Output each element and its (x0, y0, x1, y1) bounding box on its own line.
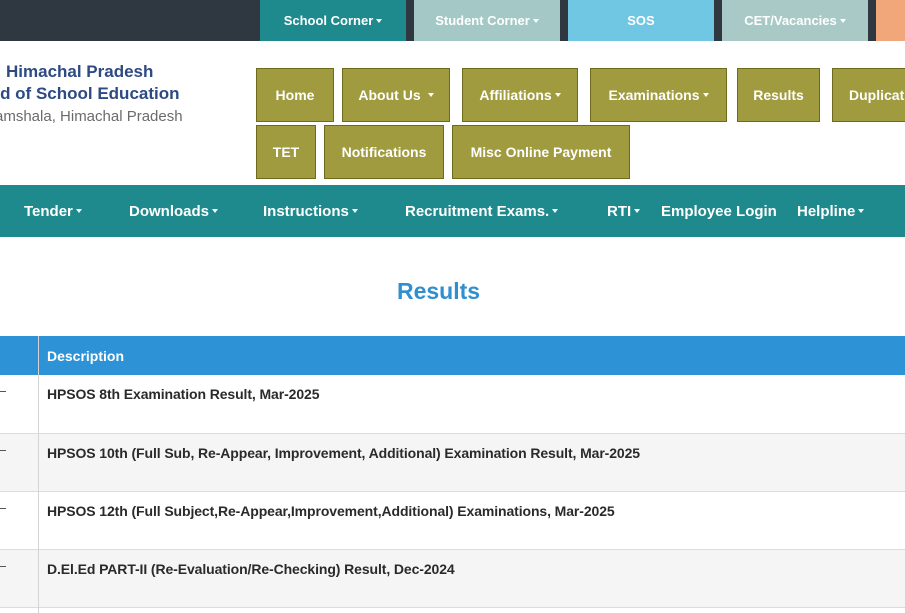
caret-down-icon (702, 93, 709, 97)
page-title: Results (396, 278, 481, 304)
table-row-partial (0, 608, 905, 613)
nav-notifications-label: Notifications (341, 144, 427, 160)
caret-down-icon (839, 18, 846, 23)
nav-examinations-button[interactable]: Examinations (590, 68, 727, 122)
menu-tender[interactable]: Tender (24, 185, 82, 237)
caret-down-icon (212, 209, 219, 213)
student-corner-button[interactable]: Student Corner (414, 0, 560, 41)
column-header-description: Description (47, 347, 125, 364)
nav-tet-label: TET (272, 144, 300, 160)
nav-misc-payment-label: Misc Online Payment (470, 144, 612, 160)
brand-line-3: ramshala, Himachal Pradesh (0, 108, 183, 125)
caret-down-icon (532, 18, 539, 23)
caret-down-icon (351, 209, 358, 213)
caret-down-icon (858, 209, 865, 213)
top-bar: School Corner Student Corner SOS CET/Vac… (0, 0, 905, 41)
sos-button[interactable]: SOS (568, 0, 714, 41)
nav-misc-payment-button[interactable]: Misc Online Payment (452, 125, 630, 179)
nav-about-button[interactable]: About Us (342, 68, 450, 122)
student-corner-label: Student Corner (435, 13, 530, 28)
brand-line-1: Himachal Pradesh (6, 62, 154, 81)
row-marker (0, 508, 6, 509)
table-row[interactable]: HPSOS 12th (Full Subject,Re-Appear,Impro… (0, 492, 905, 550)
nav-duplicate-label: Duplicat (849, 87, 905, 103)
nav-about-label: About Us (358, 87, 421, 103)
sos-label: SOS (627, 13, 655, 28)
nav-home-label: Home (275, 87, 315, 103)
main-menu-bar: Tender Downloads Instructions Recruitmen… (0, 185, 905, 237)
menu-tender-label: Tender (24, 202, 73, 220)
caret-down-icon (634, 209, 641, 213)
school-corner-label: School Corner (283, 13, 374, 28)
menu-employee-login-label: Employee Login (661, 202, 777, 220)
row-description[interactable]: HPSOS 8th Examination Result, Mar-2025 (47, 386, 320, 402)
caret-down-icon (75, 209, 82, 213)
menu-helpline-label: Helpline (797, 202, 856, 220)
cet-vacancies-label: CET/Vacancies (744, 13, 837, 28)
row-marker (0, 391, 6, 392)
table-row[interactable]: HPSOS 8th Examination Result, Mar-2025 (0, 375, 905, 434)
row-description[interactable]: HPSOS 12th (Full Subject,Re-Appear,Impro… (47, 503, 615, 519)
brand-line-2: ard of School Education (0, 84, 180, 103)
site-brand[interactable]: Himachal Pradesh ard of School Education… (0, 62, 240, 132)
nav-tet-button[interactable]: TET (256, 125, 316, 179)
nav-results-button[interactable]: Results (737, 68, 820, 122)
cet-vacancies-button[interactable]: CET/Vacancies (722, 0, 868, 41)
menu-recruitment-label: Recruitment Exams. (405, 202, 550, 220)
menu-employee-login[interactable]: Employee Login (661, 185, 777, 237)
topbar-extra-button[interactable] (876, 0, 905, 41)
caret-down-icon (376, 18, 383, 23)
menu-downloads-label: Downloads (129, 202, 210, 220)
row-description[interactable]: D.El.Ed PART-II (Re-Evaluation/Re-Checki… (47, 561, 455, 577)
menu-rti-label: RTI (607, 202, 632, 220)
row-marker (0, 450, 6, 451)
menu-helpline[interactable]: Helpline (797, 185, 865, 237)
column-divider (38, 336, 39, 613)
nav-notifications-button[interactable]: Notifications (324, 125, 444, 179)
caret-down-icon (552, 209, 559, 213)
table-header: Description (0, 336, 905, 375)
nav-affiliations-label: Affiliations (479, 87, 552, 103)
nav-examinations-label: Examinations (608, 87, 700, 103)
caret-down-icon (427, 93, 434, 97)
menu-rti[interactable]: RTI (607, 185, 641, 237)
caret-down-icon (554, 93, 561, 97)
school-corner-button[interactable]: School Corner (260, 0, 406, 41)
menu-recruitment-exams[interactable]: Recruitment Exams. (405, 185, 559, 237)
row-marker (0, 566, 6, 567)
nav-affiliations-button[interactable]: Affiliations (462, 68, 578, 122)
menu-instructions-label: Instructions (263, 202, 349, 220)
nav-duplicate-button[interactable]: Duplicat (832, 68, 905, 122)
nav-home-button[interactable]: Home (256, 68, 334, 122)
row-description[interactable]: HPSOS 10th (Full Sub, Re-Appear, Improve… (47, 445, 640, 461)
table-row[interactable]: D.El.Ed PART-II (Re-Evaluation/Re-Checki… (0, 550, 905, 608)
nav-results-label: Results (753, 87, 804, 103)
table-row[interactable]: HPSOS 10th (Full Sub, Re-Appear, Improve… (0, 434, 905, 492)
menu-instructions[interactable]: Instructions (263, 185, 358, 237)
menu-downloads[interactable]: Downloads (129, 185, 219, 237)
